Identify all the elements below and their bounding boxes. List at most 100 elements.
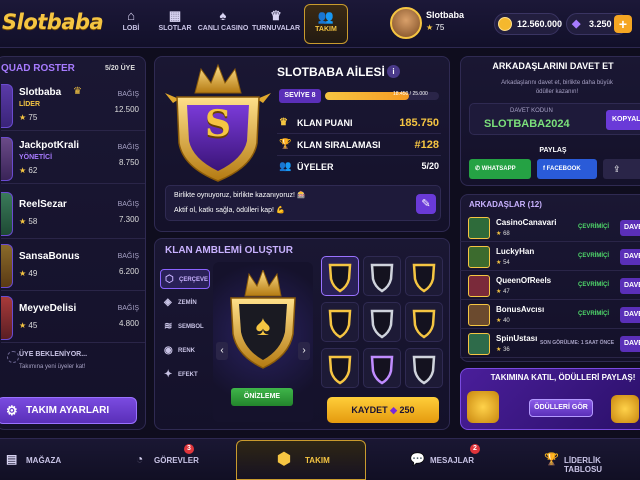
tab-color[interactable]: ◉ RENK xyxy=(160,341,210,361)
grid-icon: ▦ xyxy=(168,8,182,23)
star-icon: ★ xyxy=(19,217,27,226)
promo-banner[interactable]: TAKIMINA KATIL, ÖDÜLLERİ PAYLAŞ! ÖDÜLLER… xyxy=(460,368,640,430)
coin-value: 12.560.000 xyxy=(517,19,563,29)
bottom-nav-shop[interactable]: ▤ MAĞAZA xyxy=(0,440,110,480)
donation-label: BAĞIŞ xyxy=(117,144,139,151)
squad-member-row[interactable]: Slotbaba ♛ LİDER ★ 75 BAĞIŞ 12.500 xyxy=(1,81,145,131)
invite-code[interactable]: SLOTBABA2024 xyxy=(484,118,570,130)
friend-name: CasinoCanavari xyxy=(496,218,557,227)
friend-row[interactable]: SpinUstası ★ 36 SON GÖRÜLME: 1 SAAT ÖNCE DA… xyxy=(460,330,640,358)
whatsapp-label: WHATSAPP xyxy=(481,166,516,172)
member-level: ★ 58 xyxy=(19,217,37,226)
member-level-value: 49 xyxy=(28,269,38,278)
shield-option[interactable] xyxy=(363,302,401,342)
waiting-title: ÜYE BEKLENİYOR... xyxy=(19,351,88,358)
shield-option[interactable] xyxy=(405,302,443,342)
shield-option[interactable] xyxy=(363,256,401,296)
nav-lobby[interactable]: ⌂ LOBİ xyxy=(107,4,155,44)
invite-friend-button[interactable]: DAVET xyxy=(620,249,640,265)
invite-friend-button[interactable]: DAVET xyxy=(620,220,640,236)
friends-title: ARKADAŞLAR (12) xyxy=(469,200,542,209)
squad-member-row[interactable]: SansaBonus ★ 49 BAĞIŞ 6.200 xyxy=(1,241,145,291)
donation-value: 6.200 xyxy=(118,267,139,276)
layers-icon: ◈ xyxy=(164,297,172,308)
nav-team[interactable]: 👥 TAKIM xyxy=(304,4,348,44)
team-settings-label: TAKIM AYARLARI xyxy=(26,405,110,416)
info-icon[interactable]: i xyxy=(387,65,400,78)
tasks-icon: ◔ xyxy=(136,452,144,466)
friend-avatar xyxy=(468,304,490,326)
prev-arrow-icon[interactable]: ‹ xyxy=(216,342,228,360)
shield-option[interactable] xyxy=(321,256,359,296)
shield-option[interactable] xyxy=(405,256,443,296)
star-icon: ★ xyxy=(496,347,502,353)
copy-button[interactable]: KOPYALA xyxy=(606,110,640,130)
member-level-value: 58 xyxy=(28,217,38,226)
invite-friend-button[interactable]: DAVET xyxy=(620,278,640,294)
gem-value: 3.250 xyxy=(589,19,612,29)
shield-icon xyxy=(370,355,394,385)
nav-tournaments[interactable]: ♛ TURNUVALAR xyxy=(251,4,301,44)
tab-background[interactable]: ◈ ZEMİN xyxy=(160,293,210,313)
tab-symbol[interactable]: ≋ SEMBOL xyxy=(160,317,210,337)
friend-row[interactable]: BonusAvcısı ★ 40 ÇEVRİMİÇİ DAVET xyxy=(460,301,640,329)
spade-icon: ♠ xyxy=(255,310,271,341)
team-settings-button[interactable]: ⚙ TAKIM AYARLARI xyxy=(0,397,137,424)
bottom-nav-leaderboard[interactable]: 🏆 LİDERLİK TABLOSU xyxy=(540,440,640,480)
friend-row[interactable]: QueenOfReels ★ 47 ÇEVRİMİÇİ DAVET xyxy=(460,272,640,300)
shield-icon xyxy=(370,309,394,339)
shield-option[interactable] xyxy=(321,302,359,342)
whatsapp-button[interactable]: ✆ WHATSAPP xyxy=(469,159,531,179)
next-arrow-icon[interactable]: › xyxy=(298,342,310,360)
facebook-button[interactable]: f FACEBOOK xyxy=(537,159,597,179)
friend-level: ★ 47 xyxy=(496,288,510,295)
add-currency-button[interactable]: + xyxy=(614,15,632,33)
bottom-nav-messages[interactable]: 💬 MESAJLAR 2 xyxy=(406,440,506,480)
bottom-nav-label: MESAJLAR xyxy=(430,456,475,465)
nav-slots[interactable]: ▦ SLOTLAR xyxy=(151,4,199,44)
friend-row[interactable]: CasinoCanavari ★ 68 ÇEVRİMİÇİ DAVET xyxy=(460,214,640,242)
member-avatar xyxy=(1,296,13,340)
user-avatar[interactable] xyxy=(390,7,422,39)
bottom-nav-label: TAKIM xyxy=(305,456,330,465)
app-logo[interactable]: Slotbaba xyxy=(2,10,104,34)
star-icon: ★ xyxy=(496,289,502,295)
squad-member-row[interactable]: ReelSezar ★ 58 BAĞIŞ 7.300 xyxy=(1,189,145,239)
preview-button[interactable]: ÖNİZLEME xyxy=(231,388,293,406)
xp-text: 18.450 / 25.000 xyxy=(393,91,428,97)
bottom-nav-team[interactable]: ⬢ TAKIM xyxy=(236,440,366,480)
stat-value: 185.750 xyxy=(399,117,439,129)
nav-live-casino[interactable]: ♠ CANLI CASINO xyxy=(197,4,249,44)
stat-value: #128 xyxy=(414,139,439,151)
share-label: PAYLAŞ xyxy=(539,147,567,154)
shield-option[interactable] xyxy=(321,348,359,388)
friend-status: ÇEVRİMİÇİ xyxy=(578,282,610,288)
coin-balance[interactable]: 12.560.000 xyxy=(494,13,563,35)
share-more-icon[interactable]: ⇪ xyxy=(603,159,640,179)
squad-count: 5/20 ÜYE xyxy=(105,65,135,72)
view-rewards-button[interactable]: ÖDÜLLERİ GÖR xyxy=(529,399,593,417)
member-avatar xyxy=(1,244,13,288)
shield-option[interactable] xyxy=(405,348,443,388)
friend-row[interactable]: LuckyHan ★ 54 ÇEVRİMİÇİ DAVET xyxy=(460,243,640,271)
squad-member-row[interactable]: JackpotKrali YÖNETİCİ ★ 62 BAĞIŞ 8.750 xyxy=(1,134,145,184)
tab-frame[interactable]: ⬡ ÇERÇEVE xyxy=(160,269,210,289)
save-button[interactable]: KAYDET ◆ 250 xyxy=(327,397,439,423)
bottom-nav-label: MAĞAZA xyxy=(26,456,62,465)
tab-effect[interactable]: ✦ EFEKT xyxy=(160,365,210,385)
friend-level: ★ 36 xyxy=(496,346,510,353)
edit-icon[interactable]: ✎ xyxy=(416,194,436,214)
star-icon: ★ xyxy=(496,318,502,324)
bottom-nav-label: LİDERLİK TABLOSU xyxy=(564,456,603,474)
invite-friend-button[interactable]: DAVET xyxy=(620,307,640,323)
member-level-value: 45 xyxy=(28,321,38,330)
gear-icon: ⚙ xyxy=(6,403,18,418)
shield-option[interactable] xyxy=(363,348,401,388)
bottom-nav-tasks[interactable]: ◔ GÖREVLER 3 xyxy=(130,440,230,480)
home-icon: ⌂ xyxy=(127,8,135,23)
invite-friend-button[interactable]: DAVET xyxy=(620,336,640,352)
stat-label: ÜYELER xyxy=(297,162,334,172)
squad-member-row[interactable]: MeyveDelisi ★ 45 BAĞIŞ 4.800 xyxy=(1,293,145,343)
shield-icon xyxy=(328,263,352,293)
stack-icon: ≋ xyxy=(164,321,173,332)
